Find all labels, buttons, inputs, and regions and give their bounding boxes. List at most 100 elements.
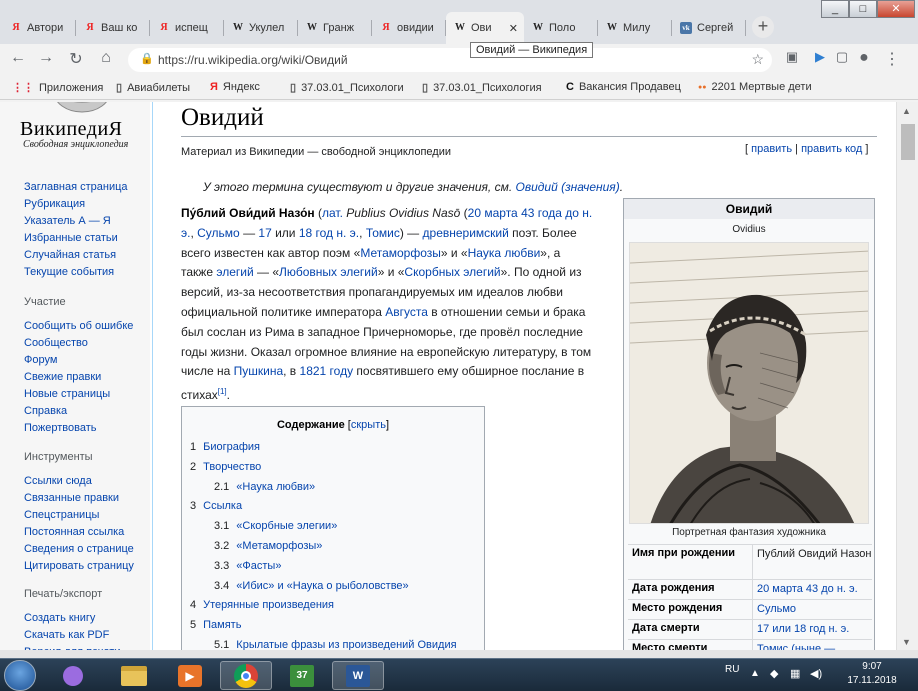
home-icon[interactable]: ⌂ [96, 49, 116, 67]
tab-5[interactable]: W Гранж [298, 12, 372, 44]
tab-6[interactable]: Яовидии [372, 12, 446, 44]
bookmark-5[interactable]: ▯ 37.03.01_Психология [422, 81, 542, 95]
sidebar-link[interactable]: Сообщество [24, 337, 88, 349]
portrait-image[interactable] [629, 242, 869, 524]
taskbar-chrome[interactable] [220, 661, 272, 690]
tray-expand-icon[interactable]: ▲ [750, 668, 760, 679]
toc-item[interactable]: 3.1 «Скорбные элегии» [214, 520, 337, 532]
sidebar-link[interactable]: Постоянная ссылка [24, 526, 124, 538]
sidebar-link[interactable]: Скачать как PDF [24, 629, 109, 641]
toc-item[interactable]: 2 Творчество [190, 461, 261, 473]
sidebar-link[interactable]: Свежие правки [24, 371, 101, 383]
toc-item[interactable]: 5 Память [190, 619, 241, 631]
edit-code-link[interactable]: править код [801, 143, 862, 155]
sidebar-link[interactable]: Форум [24, 354, 57, 366]
article-link[interactable]: 20 марта [468, 206, 518, 220]
toc-item[interactable]: 4 Утерянные произведения [190, 599, 334, 611]
infobox-value[interactable]: 17 или 18 год н. э. [757, 622, 872, 637]
infobox-value[interactable]: Сульмо [757, 602, 872, 617]
tab-10[interactable]: vk Сергей [672, 12, 746, 44]
start-button[interactable] [4, 660, 36, 691]
tab-9[interactable]: W Милу [598, 12, 672, 44]
toc-item[interactable]: 3.4 «Ибис» и «Наука о рыболовстве» [214, 580, 409, 592]
menu-icon[interactable]: ⋮ [882, 49, 902, 69]
forward-icon[interactable]: → [36, 49, 56, 67]
toc-item[interactable]: 3.3 «Фасты» [214, 560, 281, 572]
tab-1[interactable]: Я Автори [2, 12, 76, 44]
wikipedia-globe-icon[interactable] [52, 102, 112, 114]
sidebar-link[interactable]: Справка [24, 405, 67, 417]
article-link[interactable]: Сульмо [197, 226, 240, 240]
camera-icon[interactable]: ▶ [810, 49, 830, 65]
horizontal-scrollbar[interactable] [0, 650, 918, 658]
sidebar-link[interactable]: Указатель А — Я [24, 215, 111, 227]
tab-3[interactable]: Яиспещ [150, 12, 224, 44]
address-bar[interactable]: 🔒 https://ru.wikipedia.org/wiki/Овидий ☆ [128, 48, 772, 72]
taskbar-word[interactable]: W [332, 661, 384, 690]
tab-8[interactable]: W Поло [524, 12, 598, 44]
edit-link[interactable]: править [751, 143, 792, 155]
close-window-button[interactable]: ✕ [877, 0, 915, 18]
scroll-down-icon[interactable]: ▼ [902, 637, 911, 647]
taskbar-app[interactable]: 37 [276, 661, 328, 690]
tab-7[interactable]: W Ови ✕ [446, 12, 524, 44]
sidebar-heading[interactable]: Участие [24, 296, 66, 308]
taskbar-explorer[interactable] [108, 661, 160, 690]
article-link[interactable]: Скорбных элегий [404, 265, 500, 279]
article-link[interactable]: Любовных элегий [279, 265, 378, 279]
new-tab-button[interactable]: + [752, 16, 774, 38]
infobox-value[interactable]: Томис (ныне — [757, 642, 872, 650]
toc-toggle-link[interactable]: скрыть [351, 419, 386, 431]
network-icon[interactable]: ▦ [790, 667, 800, 680]
toc-item[interactable]: 2.1 «Наука любви» [214, 481, 315, 493]
sidebar-link[interactable]: Пожертвовать [24, 422, 97, 434]
minimize-button[interactable]: _ [821, 0, 849, 18]
article-link[interactable]: Метаморфозы [360, 246, 441, 260]
bookmark-4[interactable]: ▯ 37.03.01_Психологи [290, 81, 404, 95]
star-icon[interactable]: ☆ [751, 51, 764, 68]
maximize-button[interactable]: □ [849, 0, 877, 18]
bookmark-3[interactable]: Я Яндекс [210, 81, 260, 93]
article-link[interactable]: Наука любви [468, 246, 541, 260]
vertical-scrollbar[interactable]: ▲ ▼ [896, 102, 918, 650]
sidebar-link[interactable]: Создать книгу [24, 612, 95, 624]
volume-icon[interactable]: ◀) [810, 667, 822, 680]
bookmark-2[interactable]: ▯ Авиабилеты [116, 81, 190, 95]
taskbar-cortana[interactable] [48, 661, 98, 690]
article-link[interactable]: Августа [385, 305, 428, 319]
infobox-value[interactable]: 20 марта 43 до н. э. [757, 582, 872, 597]
logo-title[interactable]: ВикипедиЯ [20, 118, 123, 141]
profile-icon[interactable]: ● [854, 49, 874, 67]
article-link[interactable]: лат. [322, 206, 343, 220]
sidebar-link[interactable]: Избранные статьи [24, 232, 118, 244]
toc-item[interactable]: 5.1 Крылатые фразы из произведений Овидия [214, 639, 457, 650]
sidebar-link[interactable]: Случайная статья [24, 249, 116, 261]
scrollbar-thumb[interactable] [901, 124, 915, 160]
toc-item[interactable]: 3.2 «Метаморфозы» [214, 540, 322, 552]
sidebar-link[interactable]: Рубрикация [24, 198, 85, 210]
toc-item[interactable]: 1 Биография [190, 441, 260, 453]
article-link[interactable]: 1821 году [300, 364, 354, 378]
sidebar-heading[interactable]: Инструменты [24, 451, 93, 463]
sidebar-link[interactable]: Сведения о странице [24, 543, 134, 555]
bookmark-1[interactable]: ⋮⋮ Приложения [12, 81, 103, 95]
close-tab-icon[interactable]: ✕ [509, 22, 518, 35]
language-indicator[interactable]: RU [725, 664, 739, 675]
article-link[interactable]: Пушкина [234, 364, 284, 378]
article-link[interactable]: 18 год н. э. [299, 226, 359, 240]
hatnote-link[interactable]: Овидий (значения) [516, 180, 620, 194]
back-icon[interactable]: ← [8, 49, 28, 67]
taskbar-media-player[interactable]: ▶ [164, 661, 216, 690]
sidebar-link[interactable]: Связанные правки [24, 492, 119, 504]
sidebar-heading[interactable]: Печать/экспорт [24, 588, 102, 600]
scroll-up-icon[interactable]: ▲ [902, 106, 911, 116]
sidebar-link[interactable]: Заглавная страница [24, 181, 128, 193]
reload-icon[interactable]: ↻ [66, 49, 86, 69]
sidebar-link[interactable]: Спецстраницы [24, 509, 99, 521]
sidebar-link[interactable]: Цитировать страницу [24, 560, 134, 572]
toc-item[interactable]: 3 Ссылка [190, 500, 242, 512]
bookmark-6[interactable]: C Вакансия Продавец [566, 81, 681, 93]
bookmark-7[interactable]: ●● 2201 Мертвые дети [698, 81, 812, 93]
reference-link[interactable]: [1] [218, 387, 227, 396]
article-link[interactable]: 17 [258, 226, 271, 240]
